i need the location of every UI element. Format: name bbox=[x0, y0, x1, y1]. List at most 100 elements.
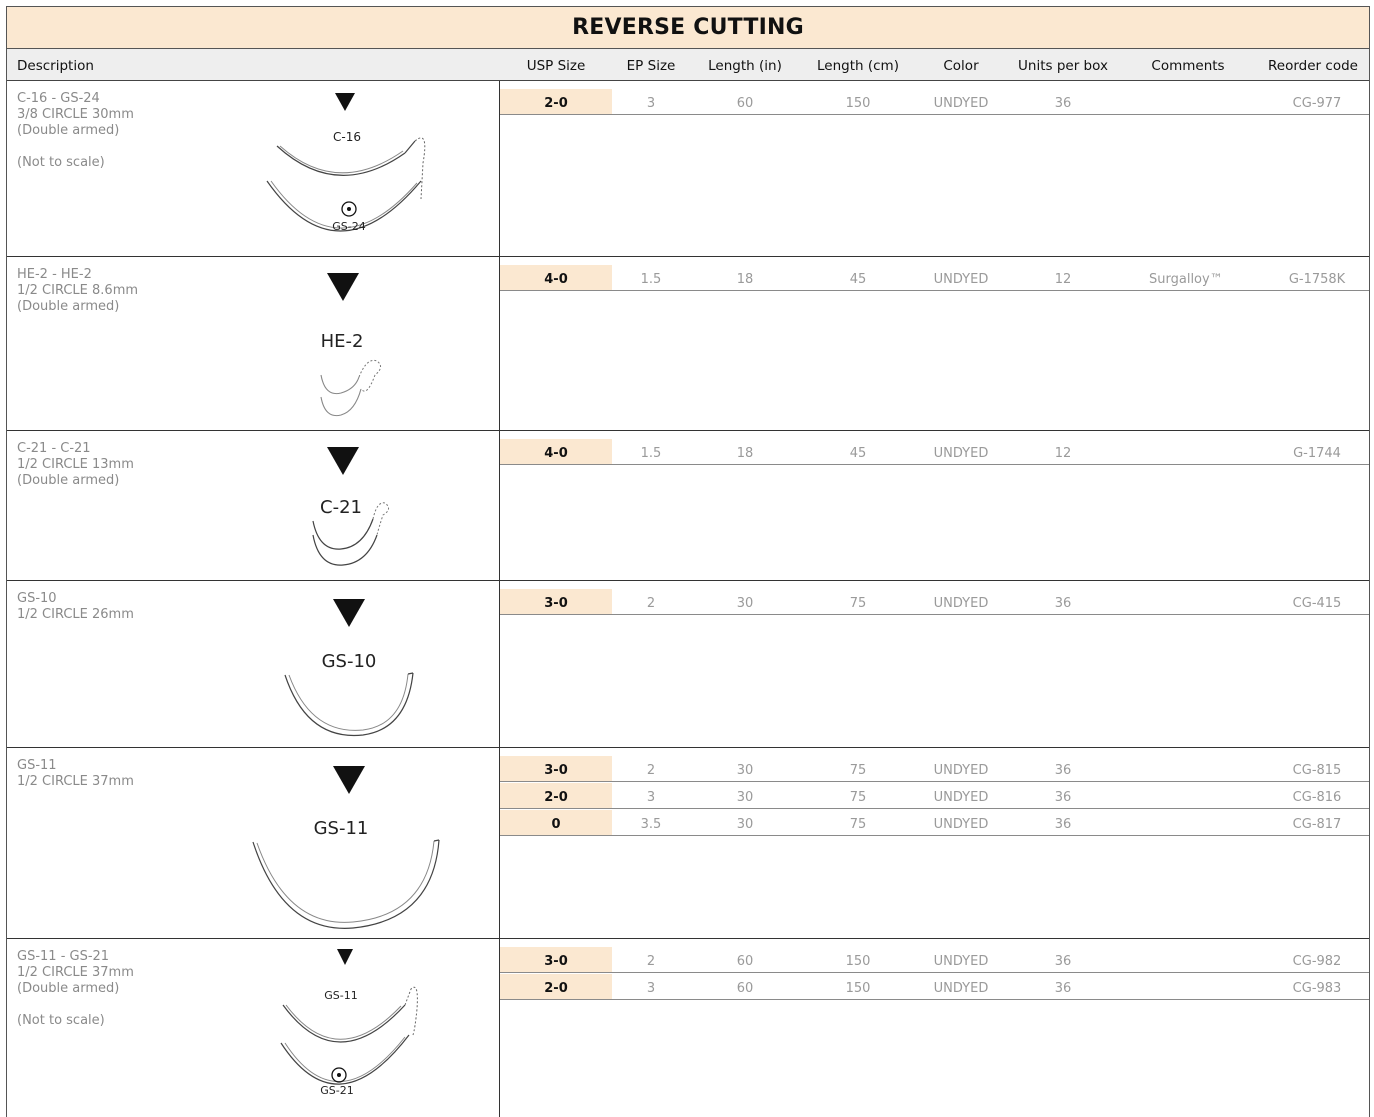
product-section-gs11: GS-11 1/2 CIRCLE 37mm GS-11 3-0 2 30 75 … bbox=[7, 748, 1369, 939]
length-cm-cell: 75 bbox=[849, 790, 867, 805]
reverse-cutting-triangle-icon bbox=[333, 599, 365, 627]
needle-armed: (Double armed) bbox=[17, 299, 120, 314]
section-description: HE-2 - HE-2 1/2 CIRCLE 8.6mm (Double arm… bbox=[17, 267, 257, 315]
length-cm-cell: 75 bbox=[849, 817, 867, 832]
length-cm-cell: 150 bbox=[845, 96, 871, 111]
needle-curve bbox=[252, 839, 440, 929]
needle-curve-inner bbox=[256, 840, 435, 923]
needle-armed: (Double armed) bbox=[17, 123, 120, 138]
reorder-code-cell: CG-816 bbox=[1292, 790, 1342, 805]
header-ep-size: EP Size bbox=[626, 58, 676, 74]
ep-size-cell: 3.5 bbox=[640, 817, 662, 832]
length-in-cell: 30 bbox=[736, 817, 754, 832]
units-cell: 36 bbox=[1054, 817, 1072, 832]
needle-swage bbox=[433, 839, 440, 842]
header-reorder-code: Reorder code bbox=[1268, 58, 1358, 74]
needle-code: GS-11 bbox=[17, 758, 57, 773]
length-in-cell: 60 bbox=[736, 981, 754, 996]
reorder-code-cell: CG-977 bbox=[1292, 96, 1342, 111]
row-rule bbox=[500, 835, 1369, 836]
table-row: 3-0 2 30 75 UNDYED 36 CG-415 bbox=[500, 589, 1369, 615]
needle-curve-inner bbox=[285, 1004, 402, 1040]
needle-label-gs10: GS-10 bbox=[322, 651, 377, 672]
usp-size-cell: 3-0 bbox=[500, 589, 612, 615]
row-rule bbox=[500, 290, 1369, 291]
suture-strand bbox=[414, 137, 426, 200]
row-rule bbox=[500, 464, 1369, 465]
color-cell: UNDYED bbox=[933, 96, 989, 111]
product-section-gs11-gs21: GS-11 - GS-21 1/2 CIRCLE 37mm (Double ar… bbox=[7, 939, 1369, 1117]
needle-curve bbox=[276, 145, 406, 176]
reorder-code-cell: CG-983 bbox=[1292, 981, 1342, 996]
reverse-cutting-triangle-icon bbox=[327, 273, 359, 301]
needle-label-he2: HE-2 bbox=[321, 331, 364, 352]
needle-curve-inner bbox=[279, 145, 404, 174]
needle-code: GS-11 - GS-21 bbox=[17, 949, 110, 964]
row-rule bbox=[500, 781, 1369, 782]
needle-curve-lower bbox=[312, 534, 378, 566]
needle-curve bbox=[282, 1004, 406, 1043]
section-description: C-21 - C-21 1/2 CIRCLE 13mm (Double arme… bbox=[17, 441, 257, 489]
section-description: GS-11 1/2 CIRCLE 37mm bbox=[17, 758, 257, 790]
usp-size-cell: 2-0 bbox=[500, 783, 612, 809]
units-cell: 36 bbox=[1054, 596, 1072, 611]
needle-label-gs21: GS-21 bbox=[320, 1084, 353, 1097]
reverse-cutting-triangle-icon bbox=[327, 447, 359, 475]
length-in-cell: 18 bbox=[736, 272, 754, 287]
needle-spec: 1/2 CIRCLE 8.6mm bbox=[17, 283, 139, 298]
product-section-gs10: GS-10 1/2 CIRCLE 26mm GS-10 3-0 2 30 75 … bbox=[7, 581, 1369, 748]
needle-scale-note: (Not to scale) bbox=[17, 1013, 105, 1028]
needle-armed: (Double armed) bbox=[17, 981, 120, 996]
needle-swage bbox=[404, 140, 416, 154]
usp-size-cell: 0 bbox=[500, 810, 612, 836]
suture-strand bbox=[404, 986, 418, 1036]
usp-size-cell: 3-0 bbox=[500, 947, 612, 973]
length-cm-cell: 75 bbox=[849, 763, 867, 778]
usp-size-cell: 4-0 bbox=[500, 439, 612, 465]
ep-size-cell: 2 bbox=[646, 596, 656, 611]
color-cell: UNDYED bbox=[933, 596, 989, 611]
table-row: 4-0 1.5 18 45 UNDYED 12 G-1744 bbox=[500, 439, 1369, 465]
color-cell: UNDYED bbox=[933, 790, 989, 805]
needle-label-gs11: GS-11 bbox=[324, 989, 357, 1002]
units-cell: 12 bbox=[1054, 446, 1072, 461]
header-length-in: Length (in) bbox=[708, 58, 782, 74]
length-in-cell: 30 bbox=[736, 790, 754, 805]
needle-code: C-16 - GS-24 bbox=[17, 91, 100, 106]
needle-scale-note: (Not to scale) bbox=[17, 155, 105, 170]
needle-illustration: C-21 bbox=[312, 447, 389, 566]
table-row: 2-0 3 60 150 UNDYED 36 CG-977 bbox=[500, 89, 1369, 115]
page-title: REVERSE CUTTING bbox=[572, 15, 804, 40]
suture-strand bbox=[372, 502, 389, 536]
length-in-cell: 60 bbox=[736, 96, 754, 111]
needle-label-gs24: GS-24 bbox=[332, 220, 365, 233]
length-in-cell: 18 bbox=[736, 446, 754, 461]
color-cell: UNDYED bbox=[933, 954, 989, 969]
row-rule bbox=[500, 114, 1369, 115]
comments-cell: Surgalloy™ bbox=[1149, 272, 1223, 287]
length-cm-cell: 150 bbox=[845, 954, 871, 969]
row-rule bbox=[500, 999, 1369, 1000]
needle-illustration: C-16 GS-24 bbox=[266, 93, 426, 233]
reorder-code-cell: CG-815 bbox=[1292, 763, 1342, 778]
length-cm-cell: 75 bbox=[849, 596, 867, 611]
header-usp-size: USP Size bbox=[526, 58, 586, 74]
needle-curve bbox=[312, 518, 374, 550]
units-cell: 36 bbox=[1054, 96, 1072, 111]
ep-size-cell: 1.5 bbox=[640, 272, 662, 287]
ep-size-cell: 1.5 bbox=[640, 446, 662, 461]
units-cell: 36 bbox=[1054, 763, 1072, 778]
table-header: Description USP Size EP Size Length (in)… bbox=[7, 49, 1369, 81]
units-cell: 36 bbox=[1054, 981, 1072, 996]
needle-code: C-21 - C-21 bbox=[17, 441, 91, 456]
needle-armed: (Double armed) bbox=[17, 473, 120, 488]
row-rule bbox=[500, 808, 1369, 809]
length-in-cell: 30 bbox=[736, 763, 754, 778]
needle-label-c21: C-21 bbox=[320, 497, 362, 518]
reorder-code-cell: CG-817 bbox=[1292, 817, 1342, 832]
needle-label-gs11: GS-11 bbox=[314, 818, 369, 839]
ep-size-cell: 2 bbox=[646, 954, 656, 969]
needle-illustration: GS-11 GS-21 bbox=[280, 949, 418, 1097]
needle-curve bbox=[320, 374, 360, 395]
needle-spec: 3/8 CIRCLE 30mm bbox=[17, 107, 134, 122]
